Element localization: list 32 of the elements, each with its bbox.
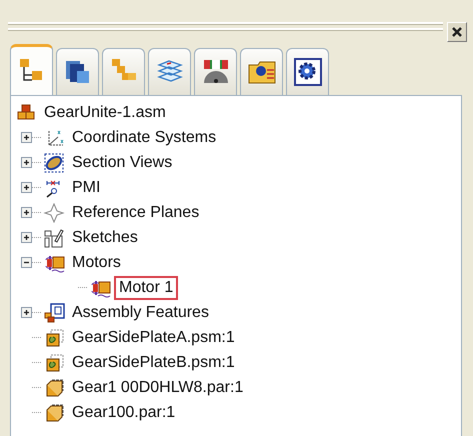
tree-item[interactable]: Gear100.par:1	[68, 402, 180, 424]
tree-item[interactable]: Motor 1	[114, 276, 178, 300]
tree-item[interactable]: Gear1 00D0HLW8.par:1	[68, 376, 248, 398]
gear-icon	[292, 57, 322, 87]
expand-icon[interactable]	[21, 132, 32, 143]
tree-item[interactable]: Section Views	[68, 152, 176, 174]
tree-item[interactable]: Assembly Features	[68, 302, 213, 324]
tree-item[interactable]: Reference Planes	[68, 202, 204, 224]
tree-item[interactable]: Coordinate Systems	[68, 126, 220, 148]
panel-tab[interactable]	[56, 48, 99, 95]
drag-grip[interactable]	[8, 22, 443, 30]
collapse-icon[interactable]	[21, 257, 32, 268]
blocks-icon	[15, 102, 37, 122]
close-icon	[451, 26, 463, 38]
tree-item[interactable]: Sketches	[68, 226, 142, 248]
feature-blocks-icon	[43, 302, 65, 322]
expand-icon[interactable]	[21, 232, 32, 243]
tree-item[interactable]: PMI	[68, 176, 104, 198]
close-button[interactable]	[447, 22, 467, 42]
expand-icon[interactable]	[21, 207, 32, 218]
tree-item[interactable]: GearSidePlateB.psm:1	[68, 352, 239, 374]
tree-item[interactable]: GearUnite-1.asm	[40, 102, 170, 124]
planes-icon	[43, 202, 65, 222]
tree-item[interactable]: Motors	[68, 252, 125, 274]
sectioned-cylinder-icon	[43, 152, 65, 172]
expand-icon[interactable]	[21, 307, 32, 318]
panel-tab[interactable]	[286, 48, 329, 95]
panel-tab[interactable]	[240, 48, 283, 95]
expand-icon[interactable]	[21, 157, 32, 168]
sketch-icon	[43, 228, 65, 248]
tree-item[interactable]: GearSidePlateA.psm:1	[68, 326, 239, 348]
expand-icon[interactable]	[21, 182, 32, 193]
